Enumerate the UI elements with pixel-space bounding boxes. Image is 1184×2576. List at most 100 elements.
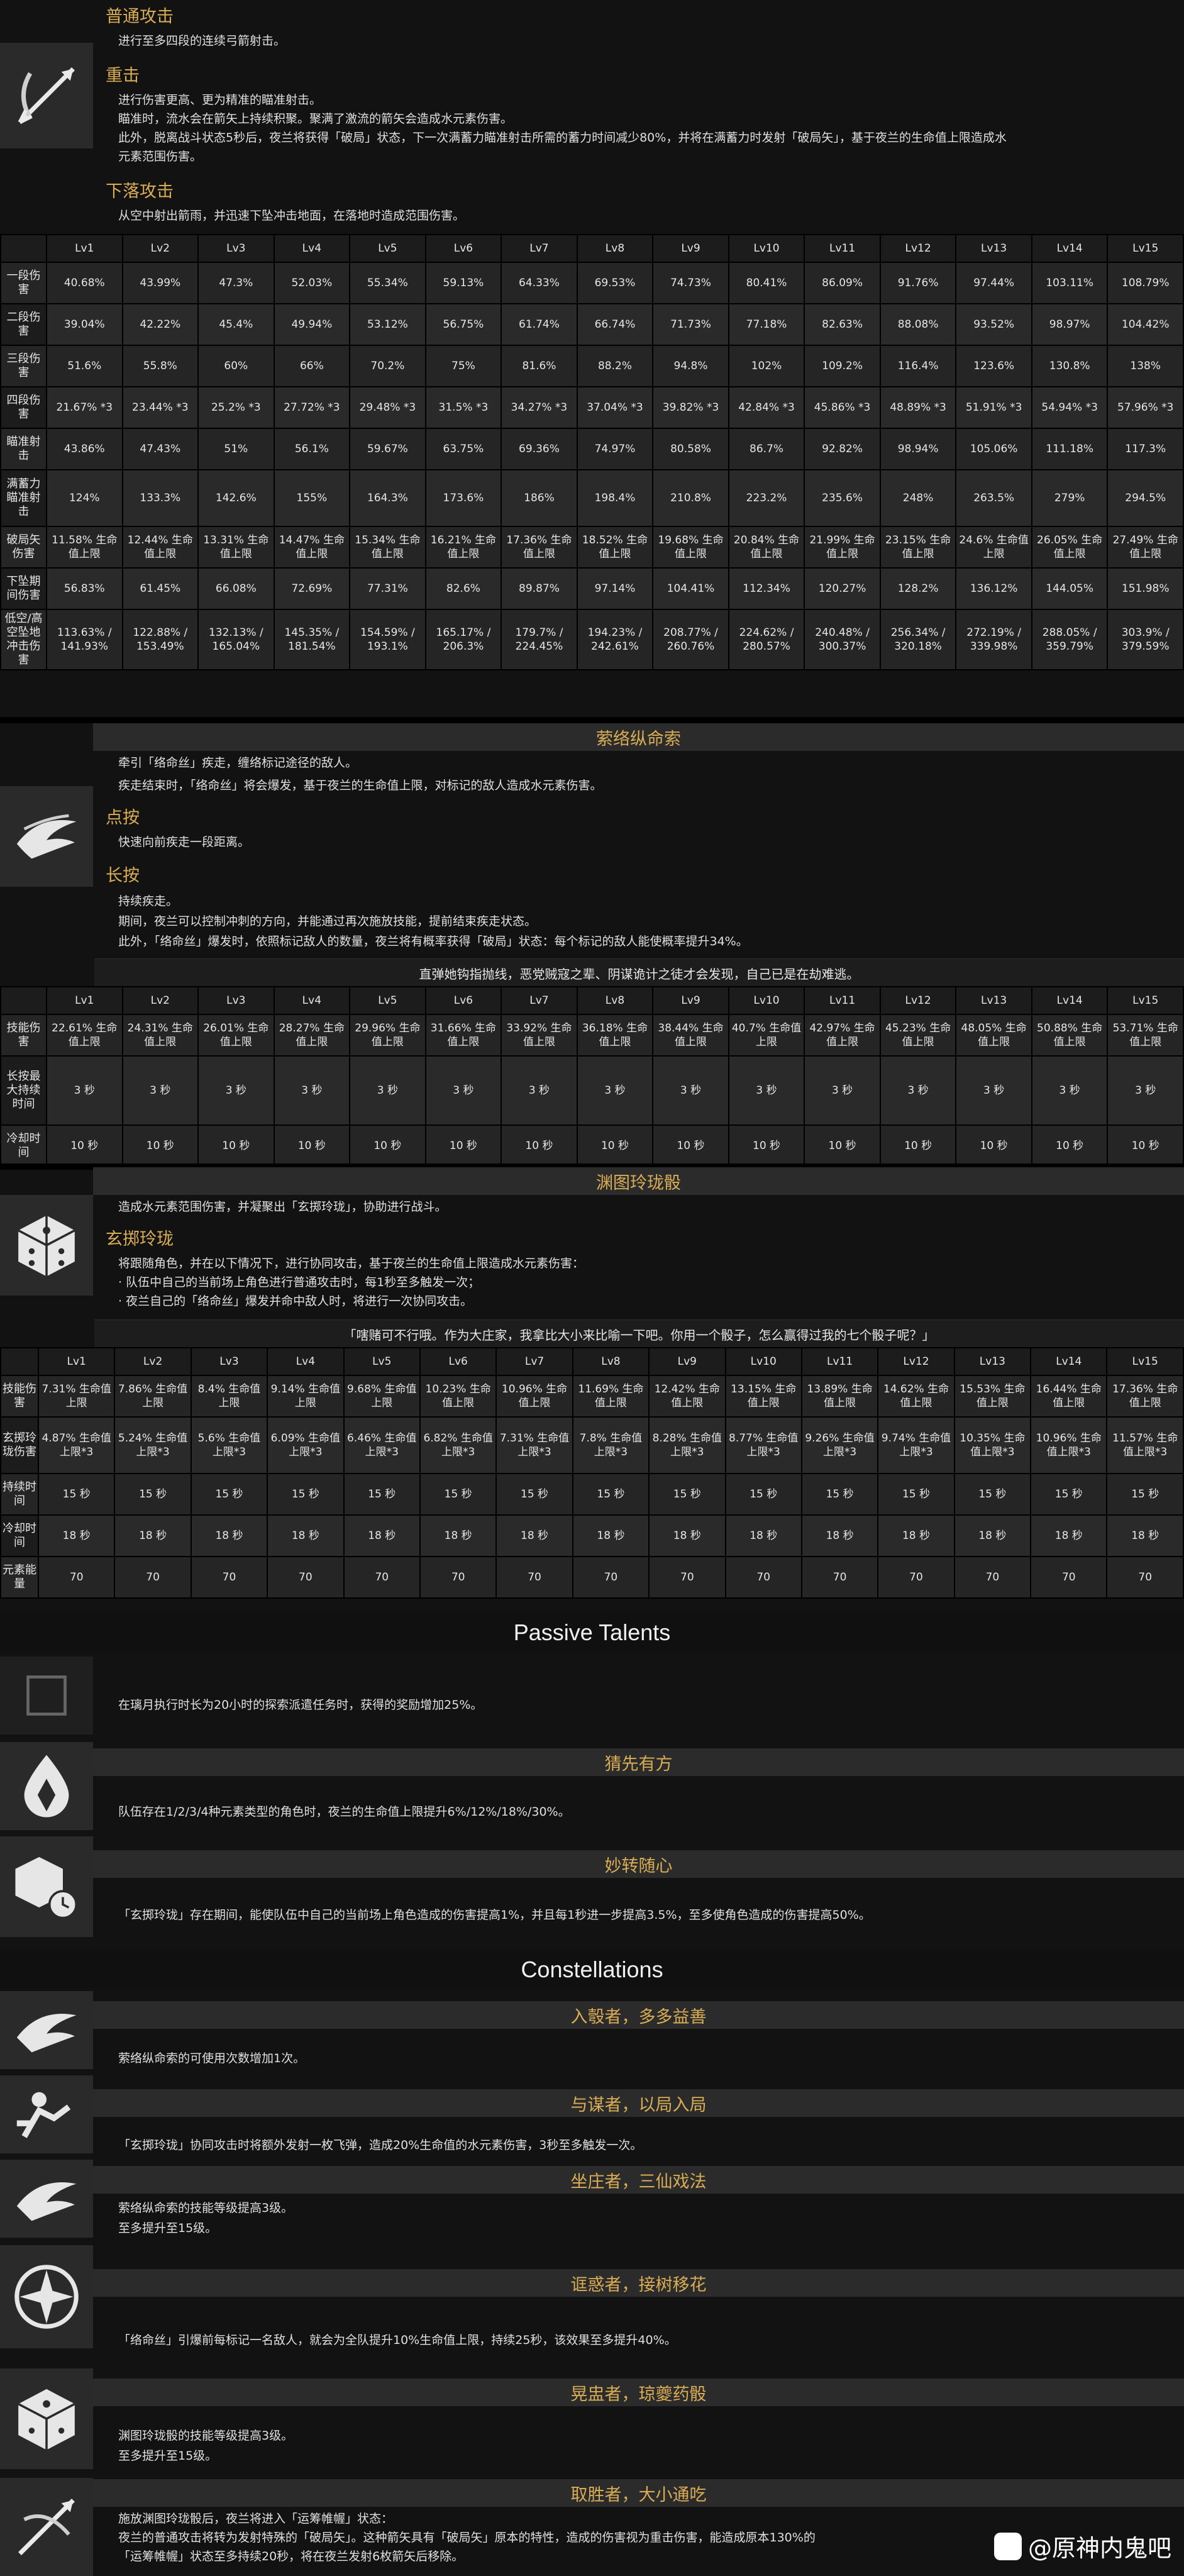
- table-cell: 15 秒: [572, 1473, 650, 1516]
- constellation-6-title: 取胜者，大小通吃: [93, 2479, 1184, 2507]
- table-cell: 56.83%: [46, 567, 123, 610]
- table-cell: 3 秒: [424, 1055, 502, 1126]
- table-cell: 9.74% 生命值上限*3: [877, 1416, 955, 1474]
- table-cell: 26.05% 生命值上限: [1031, 526, 1109, 569]
- table-cell: 112.34%: [728, 567, 805, 610]
- table-cell: 138%: [1107, 345, 1184, 387]
- table-cell: 6.09% 生命值上限*3: [267, 1416, 345, 1474]
- skill-icon: [0, 786, 93, 887]
- table-row: 技能伤害 7.31% 生命值上限 7.86% 生命值上限 8.4% 生命值上限 9.14…: [0, 1375, 1184, 1418]
- constellations-heading: Constellations: [0, 1951, 1184, 1989]
- table-cell: 3 秒: [728, 1055, 805, 1126]
- table-cell: 256.34% / 320.18%: [879, 609, 957, 670]
- table-cell: 18 秒: [1030, 1514, 1108, 1557]
- passive-1-desc: 队伍存在1/2/3/4种元素类型的角色时，夜兰的生命值上限提升6%/12%/18…: [118, 1805, 570, 1819]
- table-cell: 7.31% 生命值上限*3: [495, 1416, 573, 1474]
- level-header: Lv7: [495, 1347, 573, 1376]
- separator: [0, 717, 1184, 723]
- table-cell: 70: [800, 1556, 879, 1599]
- table-cell: 120.27%: [804, 567, 881, 610]
- level-header: Lv14: [1030, 1347, 1108, 1376]
- level-header: Lv3: [197, 234, 275, 263]
- table-cell: 10 秒: [46, 1124, 123, 1167]
- table-cell: 33.92% 生命值上限: [501, 1014, 578, 1057]
- table-cell: 45.23% 生命值上限: [879, 1014, 957, 1057]
- table-cell: 70: [1106, 1556, 1184, 1599]
- level-header: Lv10: [724, 1347, 802, 1376]
- table-cell: 18 秒: [572, 1514, 650, 1557]
- table-cell: 124%: [46, 469, 123, 527]
- table-cell: 72.69%: [273, 567, 351, 610]
- table-cell: 24.6% 生命值上限: [955, 526, 1032, 569]
- table-cell: 3 秒: [804, 1055, 881, 1126]
- burst-quote: 「嗐赌可不行哦。作为大庄家，我拿比大小来比喻一下吧。你用一个骰子，怎么赢得过我的…: [94, 1319, 1184, 1348]
- table-cell: 10.35% 生命值上限*3: [953, 1416, 1032, 1474]
- table-cell: 7.8% 生命值上限*3: [572, 1416, 650, 1474]
- table-cell: 13.89% 生命值上限: [800, 1375, 879, 1418]
- table-cell: 37.04% *3: [576, 386, 654, 429]
- level-header: Lv5: [349, 234, 426, 263]
- table-cell: 10 秒: [728, 1124, 805, 1167]
- table-cell: 224.62% / 280.57%: [728, 609, 805, 670]
- normal-attack-icon: [0, 43, 93, 148]
- table-cell: 133.3%: [121, 469, 199, 527]
- burst-sub-1: 将跟随角色，并在以下情况下，进行协同攻击，基于夜兰的生命值上限造成水元素伤害：: [118, 1257, 585, 1270]
- table-cell: 10 秒: [121, 1124, 199, 1167]
- table-cell: 18 秒: [419, 1514, 497, 1557]
- table-cell: 3 秒: [349, 1055, 426, 1126]
- table-row: 冷却时间 10 秒 10 秒 10 秒 10 秒 10 秒 10 秒 10 秒 10 秒 10 秒…: [0, 1124, 1184, 1167]
- table-cell: 74.97%: [576, 428, 654, 470]
- table-cell: 10 秒: [1031, 1124, 1109, 1167]
- level-header: Lv2: [114, 1347, 192, 1376]
- table-cell: 70: [648, 1556, 726, 1599]
- level-header: Lv12: [877, 1347, 955, 1376]
- level-header: Lv13: [953, 1347, 1032, 1376]
- table-cell: 36.18% 生命值上限: [576, 1014, 654, 1057]
- table-cell: 3 秒: [501, 1055, 578, 1126]
- table-cell: 86.09%: [804, 262, 881, 304]
- skill-hold-3: 此外，「络命丝」爆发时，依照标记敌人的数量，夜兰将有概率获得「破局」状态：每个标…: [118, 935, 748, 948]
- table-cell: 51.91% *3: [955, 386, 1032, 429]
- table-cell: 28.27% 生命值上限: [273, 1014, 351, 1057]
- charged-attack-label: 重击: [106, 66, 140, 86]
- level-header: Lv15: [1106, 1347, 1184, 1376]
- burst-intro: 造成水元素范围伤害，并凝聚出「玄掷玲珑」，协助进行战斗。: [118, 1200, 447, 1214]
- table-cell: 151.98%: [1107, 567, 1184, 610]
- table-cell: 45.4%: [197, 303, 275, 346]
- row-header: 技能伤害: [0, 1014, 47, 1057]
- table-cell: 15 秒: [800, 1473, 879, 1516]
- table-cell: 18 秒: [343, 1514, 421, 1557]
- level-header: Lv9: [648, 1347, 726, 1376]
- table-row: 持续时间 15 秒 15 秒 15 秒 15 秒 15 秒 15 秒 15 秒 15 秒 15 秒…: [0, 1473, 1184, 1516]
- watermark-text: @原神内鬼吧: [1027, 2534, 1171, 2562]
- table-cell: 11.58% 生命值上限: [46, 526, 123, 569]
- constellation-3-icon: [0, 2160, 93, 2238]
- constellation-1-desc: 萦络纵命索的可使用次数增加1次。: [118, 2051, 306, 2065]
- table-cell: 26.01% 生命值上限: [197, 1014, 275, 1057]
- table-cell: 66%: [273, 345, 351, 387]
- table-cell: 15 秒: [343, 1473, 421, 1516]
- table-cell: 12.42% 生命值上限: [648, 1375, 726, 1418]
- table-cell: 70: [572, 1556, 650, 1599]
- level-header: Lv5: [349, 986, 426, 1015]
- table-row: 长按最大持续时间 3 秒3 秒3 秒3 秒3 秒3 秒3 秒3 秒3 秒3 秒3 …: [0, 1055, 1184, 1126]
- table-cell: 31.5% *3: [424, 386, 502, 429]
- table-cell: 50.88% 生命值上限: [1031, 1014, 1109, 1057]
- row-header: 满蓄力瞄准射击: [0, 469, 47, 527]
- table-cell: 103.11%: [1031, 262, 1109, 304]
- table-cell: 123.6%: [955, 345, 1032, 387]
- burst-icon: [0, 1195, 93, 1296]
- table-cell: 40.68%: [46, 262, 123, 304]
- table-cell: 117.3%: [1107, 428, 1184, 470]
- table-cell: 17.36% 生命值上限: [501, 526, 578, 569]
- constellation-5-line-2: 至多提升至15级。: [118, 2449, 218, 2463]
- level-header: Lv1: [46, 234, 123, 263]
- table-cell: 10 秒: [955, 1124, 1032, 1167]
- table-cell: 29.96% 生命值上限: [349, 1014, 426, 1057]
- level-header: Lv3: [190, 1347, 268, 1376]
- table-row: 瞄准射击 43.86% 47.43% 51% 56.1% 59.67% 63.75% 69.3…: [0, 428, 1184, 470]
- normal-attack-desc: 进行至多四段的连续弓箭射击。: [118, 34, 286, 48]
- table-cell: 40.7% 生命值上限: [728, 1014, 805, 1057]
- constellation-3-title: 坐庄者，三仙戏法: [93, 2166, 1184, 2194]
- constellation-5-title: 晃盅者，琼夔药骰: [93, 2379, 1184, 2406]
